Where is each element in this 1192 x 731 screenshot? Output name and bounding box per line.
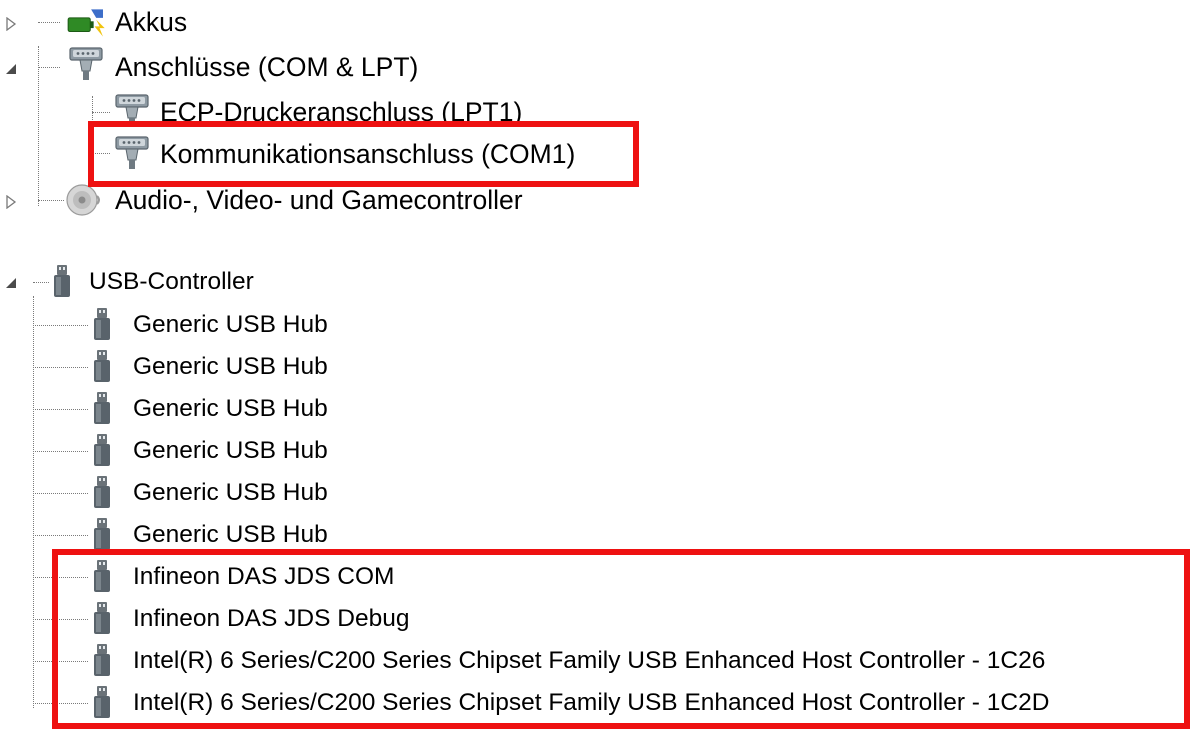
tree-item-label: USB-Controller bbox=[89, 268, 254, 295]
usb-plug-icon bbox=[92, 347, 112, 387]
port-connector-icon bbox=[66, 43, 106, 83]
tree-item-label: Generic USB Hub bbox=[133, 479, 328, 506]
tree-item-label: Generic USB Hub bbox=[133, 311, 328, 338]
tree-line bbox=[33, 296, 34, 708]
tree-line bbox=[38, 67, 60, 68]
tree-item-label: Anschlüsse (COM & LPT) bbox=[115, 52, 419, 82]
tree-line bbox=[33, 367, 88, 368]
tree-line bbox=[38, 200, 64, 201]
tree-line bbox=[33, 451, 88, 452]
expand-arrow-icon[interactable] bbox=[4, 195, 18, 209]
tree-line bbox=[38, 46, 39, 206]
usb-plug-icon bbox=[52, 262, 72, 302]
usb-plug-icon bbox=[92, 389, 112, 429]
tree-line bbox=[38, 22, 60, 23]
highlight-box-usb-devices bbox=[52, 549, 1190, 729]
collapse-arrow-icon[interactable] bbox=[4, 62, 18, 76]
collapse-arrow-icon[interactable] bbox=[4, 276, 18, 290]
tree-item-label: Akkus bbox=[115, 7, 188, 37]
tree-line bbox=[33, 535, 88, 536]
tree-item-label: Generic USB Hub bbox=[133, 353, 328, 380]
usb-plug-icon bbox=[92, 431, 112, 471]
tree-line bbox=[33, 493, 88, 494]
tree-item-label: Generic USB Hub bbox=[133, 395, 328, 422]
expand-arrow-icon[interactable] bbox=[4, 17, 18, 31]
battery-icon bbox=[62, 6, 110, 40]
tree-item-label: Generic USB Hub bbox=[133, 437, 328, 464]
tree-line bbox=[33, 325, 88, 326]
tree-line bbox=[33, 282, 49, 283]
tree-line bbox=[33, 409, 88, 410]
usb-plug-icon bbox=[92, 305, 112, 345]
tree-line bbox=[92, 112, 110, 113]
usb-plug-icon bbox=[92, 473, 112, 513]
highlight-box-com1 bbox=[88, 121, 639, 187]
